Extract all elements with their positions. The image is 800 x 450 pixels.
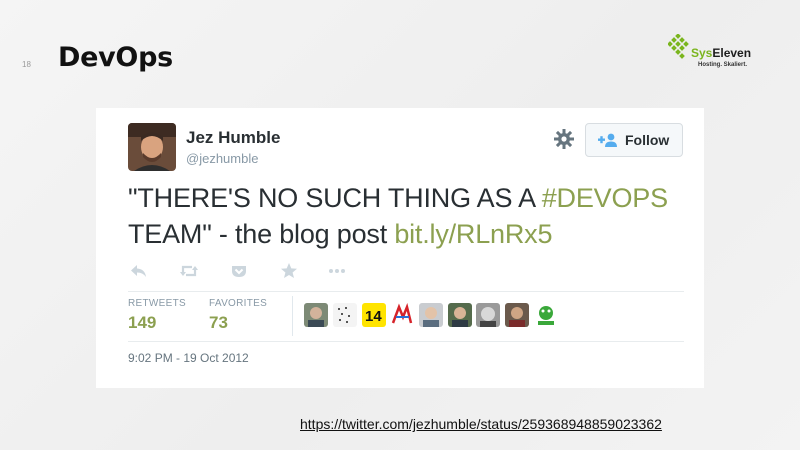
favoriter-avatar[interactable] <box>333 303 357 327</box>
author-handle[interactable]: @jezhumble <box>186 151 258 166</box>
tweet-text: "THERE'S NO SUCH THING AS A #DEVOPS TEAM… <box>128 180 688 252</box>
favoriter-avatar[interactable] <box>390 303 414 327</box>
stats-separator <box>292 296 293 336</box>
follow-label: Follow <box>625 132 670 148</box>
tweet-url-link[interactable]: bit.ly/RLnRx5 <box>394 219 552 249</box>
tweet-text-part1: "THERE'S NO SUCH THING AS A <box>128 183 542 213</box>
favoriter-avatar[interactable] <box>534 303 558 327</box>
favorite-icon[interactable] <box>279 261 299 281</box>
logo-name-suffix: Eleven <box>712 46 752 60</box>
favoriter-avatar[interactable] <box>419 303 443 327</box>
logo-name-prefix: Sys <box>691 46 713 60</box>
add-user-icon <box>598 133 617 147</box>
author-name[interactable]: Jez Humble <box>186 128 280 148</box>
tweet-timestamp[interactable]: 9:02 PM - 19 Oct 2012 <box>128 351 249 365</box>
stats-divider-bottom <box>128 341 684 342</box>
favoriter-avatar[interactable] <box>448 303 472 327</box>
favoriter-avatar[interactable] <box>505 303 529 327</box>
reply-icon[interactable] <box>129 261 149 281</box>
svg-text:14: 14 <box>365 308 382 325</box>
tweet-card: Jez Humble @jezhumble Follow "THERE'S NO… <box>96 108 704 388</box>
more-icon[interactable] <box>327 261 347 281</box>
stats-divider-top <box>128 291 684 292</box>
favorites-count[interactable]: 73 <box>209 313 228 333</box>
logo-mark-icon <box>668 34 689 59</box>
source-url-link[interactable]: https://twitter.com/jezhumble/status/259… <box>300 416 662 432</box>
syseleven-logo: SysEleven Hosting. Skaliert. <box>668 34 764 74</box>
favoriter-avatar[interactable] <box>476 303 500 327</box>
follow-button[interactable]: Follow <box>585 123 683 157</box>
retweet-icon[interactable] <box>179 261 199 281</box>
author-avatar[interactable] <box>128 123 176 171</box>
logo-tagline: Hosting. Skaliert. <box>698 62 748 68</box>
hashtag-link[interactable]: #DEVOPS <box>542 183 668 213</box>
favoriter-avatar[interactable] <box>304 303 328 327</box>
pocket-icon[interactable] <box>229 261 249 281</box>
slide-number: 18 <box>22 60 31 69</box>
tweet-text-part2: TEAM" - the blog post <box>128 219 395 249</box>
logo-name: SysEleven <box>691 46 751 60</box>
gear-icon[interactable] <box>553 128 575 150</box>
favorites-label: FAVORITES <box>209 298 268 309</box>
favoriter-avatar[interactable]: 14 <box>362 303 386 327</box>
retweets-label: RETWEETS <box>128 298 186 309</box>
retweets-count[interactable]: 149 <box>128 313 156 333</box>
slide-title: DevOps <box>58 42 173 73</box>
